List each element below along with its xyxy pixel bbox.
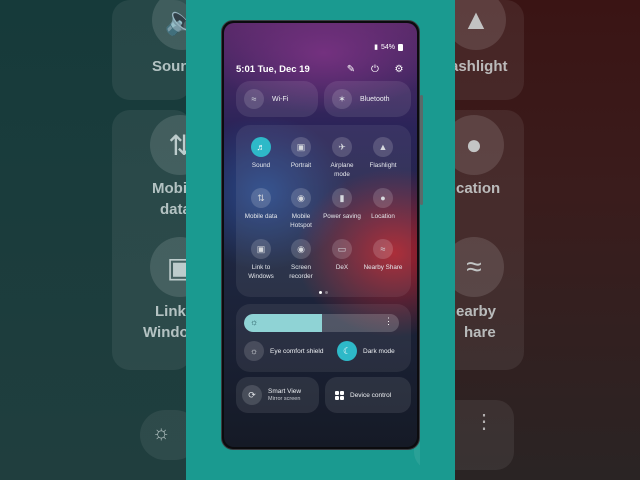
tile-label: Nearby Share [363,264,403,271]
tile-label: Sound [251,162,271,169]
dex-icon: ▭ [332,239,352,259]
edit-pencil-icon[interactable]: ✎ [345,63,357,75]
tile-label: Power saving [323,213,361,220]
screen-recorder-icon: ◉ [291,239,311,259]
battery-percent: 54% [380,43,395,51]
device-control-icon [335,390,344,400]
smart-view-icon: ⟳ [242,385,262,405]
bg-label-location: cation [456,180,501,197]
side-strip-left [186,0,221,480]
nearby-share-icon: ≈ [373,239,393,259]
wifi-icon: ≈ [244,89,264,109]
tile-label: Link to Windows [248,264,274,280]
tile-mobile-hotspot[interactable]: ◉ Mobile Hotspot [281,188,321,230]
mobile-data-icon: ⇅ [251,188,271,208]
tile-mobile-data[interactable]: ⇅ Mobile data [241,188,281,222]
tile-label: Screen recorder [289,264,313,280]
tile-location[interactable]: ● Location [363,188,403,222]
moon-icon: ☾ [337,341,357,361]
brightness-icon: ☼ [152,422,171,444]
airplane-icon: ✈ [332,137,352,157]
tile-label: Flashlight [369,162,397,169]
smart-view-button[interactable]: ⟳ Smart View Mirror screen [236,377,319,413]
device-control-button[interactable]: Device control [325,377,411,413]
bg-label-nearby-2: hare [464,324,496,341]
time-date: 5:01 Tue, Dec 19 [236,63,310,75]
page-indicator [319,291,328,294]
bluetooth-icon: ✶ [332,89,352,109]
tile-portrait[interactable]: ▣ Portrait [281,137,321,171]
video-frame: 🔈 Sound ⇅ Mobile data ▣ Link Window ☼ ▲ … [0,0,640,480]
tile-nearby-share[interactable]: ≈ Nearby Share [363,239,403,273]
blurred-background-left: 🔈 Sound ⇅ Mobile data ▣ Link Window ☼ [0,0,212,480]
blurred-background-right: ▲ ashlight ● cation ≈ earby hare ⋮ [414,0,640,480]
device-control-title: Device control [350,391,392,399]
side-button [420,95,423,205]
tile-dex[interactable]: ▭ DeX [322,239,362,273]
flashlight-icon: ▲ [373,137,393,157]
portrait-icon: ▣ [291,137,311,157]
panel-header: 5:01 Tue, Dec 19 ✎ ⏻ ⚙ [236,61,405,77]
eye-comfort-label: Eye comfort shield [270,347,324,355]
tile-label: Airplane mode [330,162,354,178]
tile-airplane-mode[interactable]: ✈ Airplane mode [322,137,362,179]
dark-mode-label: Dark mode [363,347,395,355]
settings-gear-icon[interactable]: ⚙ [393,63,405,75]
tile-label: Mobile data [244,213,278,220]
location-icon: ● [373,188,393,208]
tile-sound[interactable]: ♬ Sound [241,137,281,171]
tile-flashlight[interactable]: ▲ Flashlight [363,137,403,171]
bg-label-flashlight: ashlight [450,58,508,75]
sound-icon: ♬ [251,137,271,157]
bluetooth-button[interactable]: ✶ Bluetooth [324,81,411,117]
eye-comfort-toggle[interactable]: ☼ Eye comfort shield [244,341,323,361]
tile-label: Mobile Hotspot [290,213,312,229]
power-icon[interactable]: ⏻ [369,63,381,75]
tile-label: Location [371,213,395,220]
smart-view-title: Smart View [268,388,302,395]
battery-icon [398,43,403,51]
brightness-slider[interactable]: ☼ ⋮ [244,314,399,332]
signal-icon: ▮ [374,44,378,51]
bluetooth-label: Bluetooth [360,95,390,103]
phone: ▮ 54% 5:01 Tue, Dec 19 ✎ ⏻ ⚙ ≈ Wi-Fi ✶ B… [221,20,420,450]
more-options-icon[interactable]: ⋮ [384,316,393,327]
tile-power-saving[interactable]: ▮ Power saving [322,188,362,222]
hotspot-icon: ◉ [291,188,311,208]
wifi-button[interactable]: ≈ Wi-Fi [236,81,318,117]
side-strip-right [420,0,455,480]
brightness-icon: ☼ [250,317,259,327]
bg-label-nearby-1: earby [456,303,497,320]
tile-link-to-windows[interactable]: ▣ Link to Windows [241,239,281,281]
eye-comfort-icon: ☼ [244,341,264,361]
tile-screen-recorder[interactable]: ◉ Screen recorder [281,239,321,281]
power-saving-icon: ▮ [332,188,352,208]
dark-mode-toggle[interactable]: ☾ Dark mode [337,341,395,361]
smart-view-subtitle: Mirror screen [268,396,301,402]
tile-label: Portrait [290,162,312,169]
wifi-label: Wi-Fi [272,95,289,103]
more-icon: ⋮ [474,411,494,433]
status-bar: ▮ 54% [374,43,403,51]
quick-panel: ▮ 54% 5:01 Tue, Dec 19 ✎ ⏻ ⚙ ≈ Wi-Fi ✶ B… [224,23,417,447]
tile-label: DeX [335,264,349,271]
bg-label-link-1: Link [155,303,186,320]
link-to-windows-icon: ▣ [251,239,271,259]
